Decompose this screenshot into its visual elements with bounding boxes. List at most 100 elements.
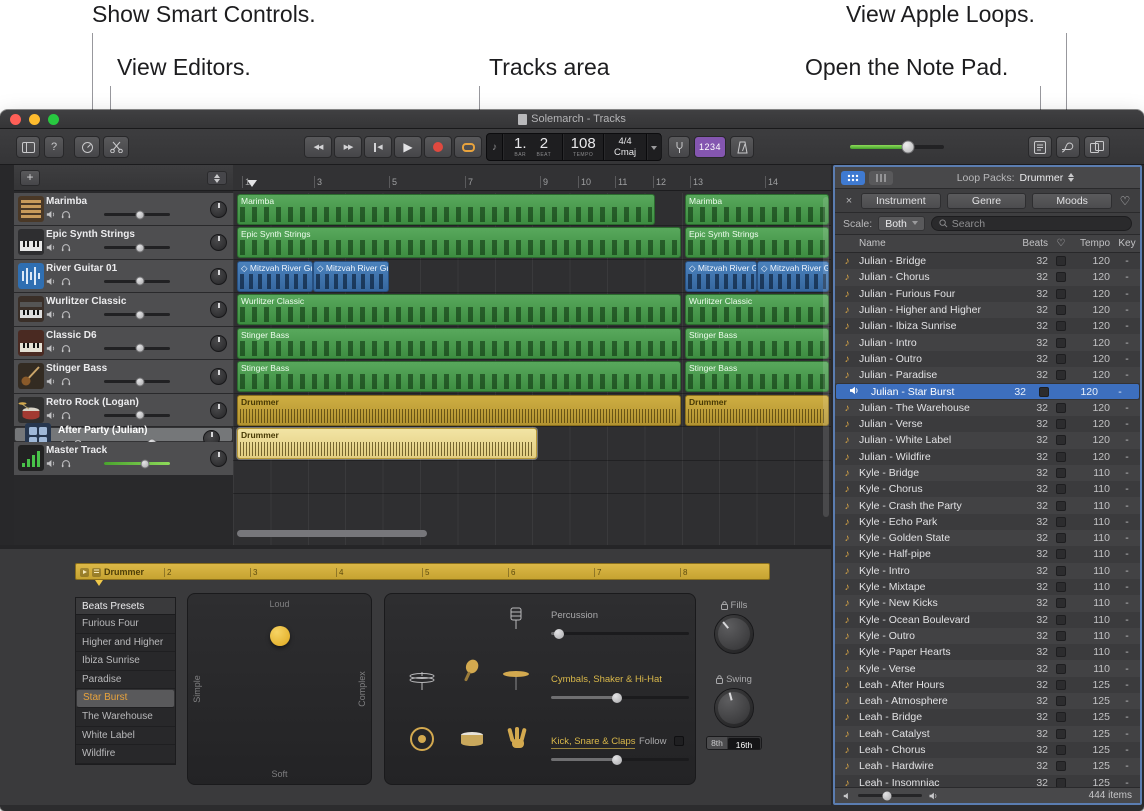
loop-row-leah-bridge[interactable]: ♪ Leah - Bridge 32 125 - [835, 709, 1140, 725]
editor-playhead-icon[interactable] [95, 580, 103, 590]
column-favorites[interactable]: ♡ [1048, 238, 1074, 249]
rate-8th-button[interactable]: 8th [707, 737, 727, 749]
region-mitzvah-river-gui[interactable]: ◇ Mitzvah River Gui [685, 261, 757, 292]
mute-button[interactable] [46, 310, 56, 319]
region-epic-synth-strings[interactable]: Epic Synth Strings [685, 227, 829, 258]
loop-row-julian-star-burst[interactable]: Julian - Star Burst 32 120 - [835, 383, 1140, 399]
track-lane[interactable]: Epic Synth Strings Epic Synth Strings [233, 226, 831, 259]
favorite-checkbox[interactable] [1056, 680, 1066, 690]
region-epic-synth-strings[interactable]: Epic Synth Strings [237, 227, 681, 258]
region-drummer[interactable]: Drummer [237, 428, 537, 459]
favorite-checkbox[interactable] [1056, 761, 1066, 771]
loop-row-leah-hardwire[interactable]: ♪ Leah - Hardwire 32 125 - [835, 758, 1140, 774]
play-button[interactable]: ▶ [394, 136, 422, 158]
preset-paradise[interactable]: Paradise [76, 671, 175, 690]
lock-icon[interactable] [716, 675, 723, 684]
loop-row-julian-intro[interactable]: ♪ Julian - Intro 32 120 - [835, 334, 1140, 350]
favorite-checkbox[interactable] [1056, 615, 1066, 625]
bar-ruler[interactable]: 135791011121314 [233, 165, 831, 191]
track-lane[interactable]: Drummer [233, 427, 831, 460]
loop-row-julian-ibiza-sunrise[interactable]: ♪ Julian - Ibiza Sunrise 32 120 - [835, 318, 1140, 334]
track-header-after-party-julian[interactable]: After Party (Julian) [14, 427, 233, 442]
rewind-button[interactable]: ◀◀ [304, 136, 332, 158]
track-lane[interactable] [233, 461, 831, 494]
track-volume-slider[interactable] [104, 414, 170, 417]
track-header-master-track[interactable]: Master Track [14, 442, 233, 475]
loop-row-julian-white-label[interactable]: ♪ Julian - White Label 32 120 - [835, 432, 1140, 448]
favorite-checkbox[interactable] [1056, 354, 1066, 364]
track-header-classic-d6[interactable]: Classic D6 [14, 327, 233, 360]
track-volume-slider[interactable] [104, 380, 170, 383]
loop-row-kyle-bridge[interactable]: ♪ Kyle - Bridge 32 110 - [835, 465, 1140, 481]
solo-button[interactable] [61, 243, 71, 252]
loop-row-julian-bridge[interactable]: ♪ Julian - Bridge 32 120 - [835, 253, 1140, 269]
loop-row-kyle-chorus[interactable]: ♪ Kyle - Chorus 32 110 - [835, 481, 1140, 497]
mute-button[interactable] [46, 210, 56, 219]
loop-row-julian-paradise[interactable]: ♪ Julian - Paradise 32 120 - [835, 367, 1140, 383]
track-volume-slider[interactable] [104, 347, 170, 350]
favorite-checkbox[interactable] [1056, 403, 1066, 413]
loop-list-column-headers[interactable]: Name Beats ♡ Tempo Key [835, 235, 1140, 253]
favorite-checkbox[interactable] [1056, 272, 1066, 282]
search-input[interactable]: Search [931, 216, 1132, 231]
loop-row-kyle-new-kicks[interactable]: ♪ Kyle - New Kicks 32 110 - [835, 595, 1140, 611]
loop-row-leah-atmosphere[interactable]: ♪ Leah - Atmosphere 32 125 - [835, 693, 1140, 709]
favorite-checkbox[interactable] [1056, 778, 1066, 787]
preset-furious-four[interactable]: Furious Four [76, 615, 175, 634]
filter-tab-instrument[interactable]: Instrument [861, 193, 941, 209]
track-header-wurlitzer-classic[interactable]: Wurlitzer Classic [14, 293, 233, 326]
mute-button[interactable] [46, 277, 56, 286]
loud-complex-xy-pad[interactable]: Loud Soft Simple Complex [187, 593, 372, 785]
loop-row-leah-after-hours[interactable]: ♪ Leah - After Hours 32 125 - [835, 677, 1140, 693]
metronome-button[interactable] [730, 136, 754, 158]
mute-button[interactable] [46, 344, 56, 353]
track-header-river-guitar-01[interactable]: River Guitar 01 [14, 260, 233, 293]
loop-row-kyle-golden-state[interactable]: ♪ Kyle - Golden State 32 110 - [835, 530, 1140, 546]
favorite-checkbox[interactable] [1056, 566, 1066, 576]
solo-button[interactable] [61, 459, 71, 468]
favorite-checkbox[interactable] [1056, 696, 1066, 706]
hi-hat-icon[interactable] [407, 668, 437, 690]
titlebar[interactable]: Solemarch - Tracks [0, 110, 1144, 129]
loop-row-julian-furious-four[interactable]: ♪ Julian - Furious Four 32 120 - [835, 286, 1140, 302]
favorite-checkbox[interactable] [1056, 435, 1066, 445]
loop-row-kyle-crash-the-party[interactable]: ♪ Kyle - Crash the Party 32 110 - [835, 497, 1140, 513]
preset-the-warehouse[interactable]: The Warehouse [76, 708, 175, 727]
preset-higher-and-higher[interactable]: Higher and Higher [76, 634, 175, 653]
pan-knob[interactable] [210, 234, 227, 251]
favorite-checkbox[interactable] [1056, 647, 1066, 657]
column-tempo[interactable]: Tempo [1074, 238, 1114, 249]
track-volume-slider[interactable] [104, 313, 170, 316]
preset-wildfire[interactable]: Wildfire [76, 745, 175, 764]
add-track-button[interactable]: + [20, 170, 40, 186]
kick-drum-icon[interactable] [409, 726, 435, 752]
follow-checkbox[interactable] [674, 736, 684, 746]
media-browser-button[interactable] [1084, 136, 1110, 158]
region-wurlitzer-classic[interactable]: Wurlitzer Classic [685, 294, 829, 325]
fills-knob[interactable] [714, 614, 754, 654]
favorite-checkbox[interactable] [1056, 517, 1066, 527]
preset-star-burst[interactable]: Star Burst [76, 689, 175, 708]
pan-knob[interactable] [210, 335, 227, 352]
swing-knob[interactable] [714, 688, 754, 728]
volume-thumb[interactable] [902, 141, 915, 154]
favorite-checkbox[interactable] [1056, 484, 1066, 494]
filter-tab-moods[interactable]: Moods [1032, 193, 1112, 209]
tracks-area[interactable]: 135791011121314 Marimba Marimba Epic Syn… [233, 165, 831, 545]
track-lane[interactable]: Stinger Bass Stinger Bass [233, 360, 831, 393]
region-drummer[interactable]: Drummer [685, 395, 829, 426]
library-button[interactable] [16, 136, 40, 158]
loop-row-leah-catalyst[interactable]: ♪ Leah - Catalyst 32 125 - [835, 726, 1140, 742]
note-pad-button[interactable] [1028, 136, 1052, 158]
mute-button[interactable] [46, 459, 56, 468]
solo-button[interactable] [61, 210, 71, 219]
loop-row-kyle-mixtape[interactable]: ♪ Kyle - Mixtape 32 110 - [835, 579, 1140, 595]
mute-button[interactable] [46, 377, 56, 386]
fast-forward-button[interactable]: ▶▶ [334, 136, 362, 158]
smart-controls-button[interactable] [74, 136, 100, 158]
clear-filters-button[interactable]: × [843, 195, 855, 207]
favorite-checkbox[interactable] [1039, 387, 1049, 397]
column-key[interactable]: Key [1114, 238, 1140, 249]
favorite-checkbox[interactable] [1056, 745, 1066, 755]
pan-knob[interactable] [210, 201, 227, 218]
